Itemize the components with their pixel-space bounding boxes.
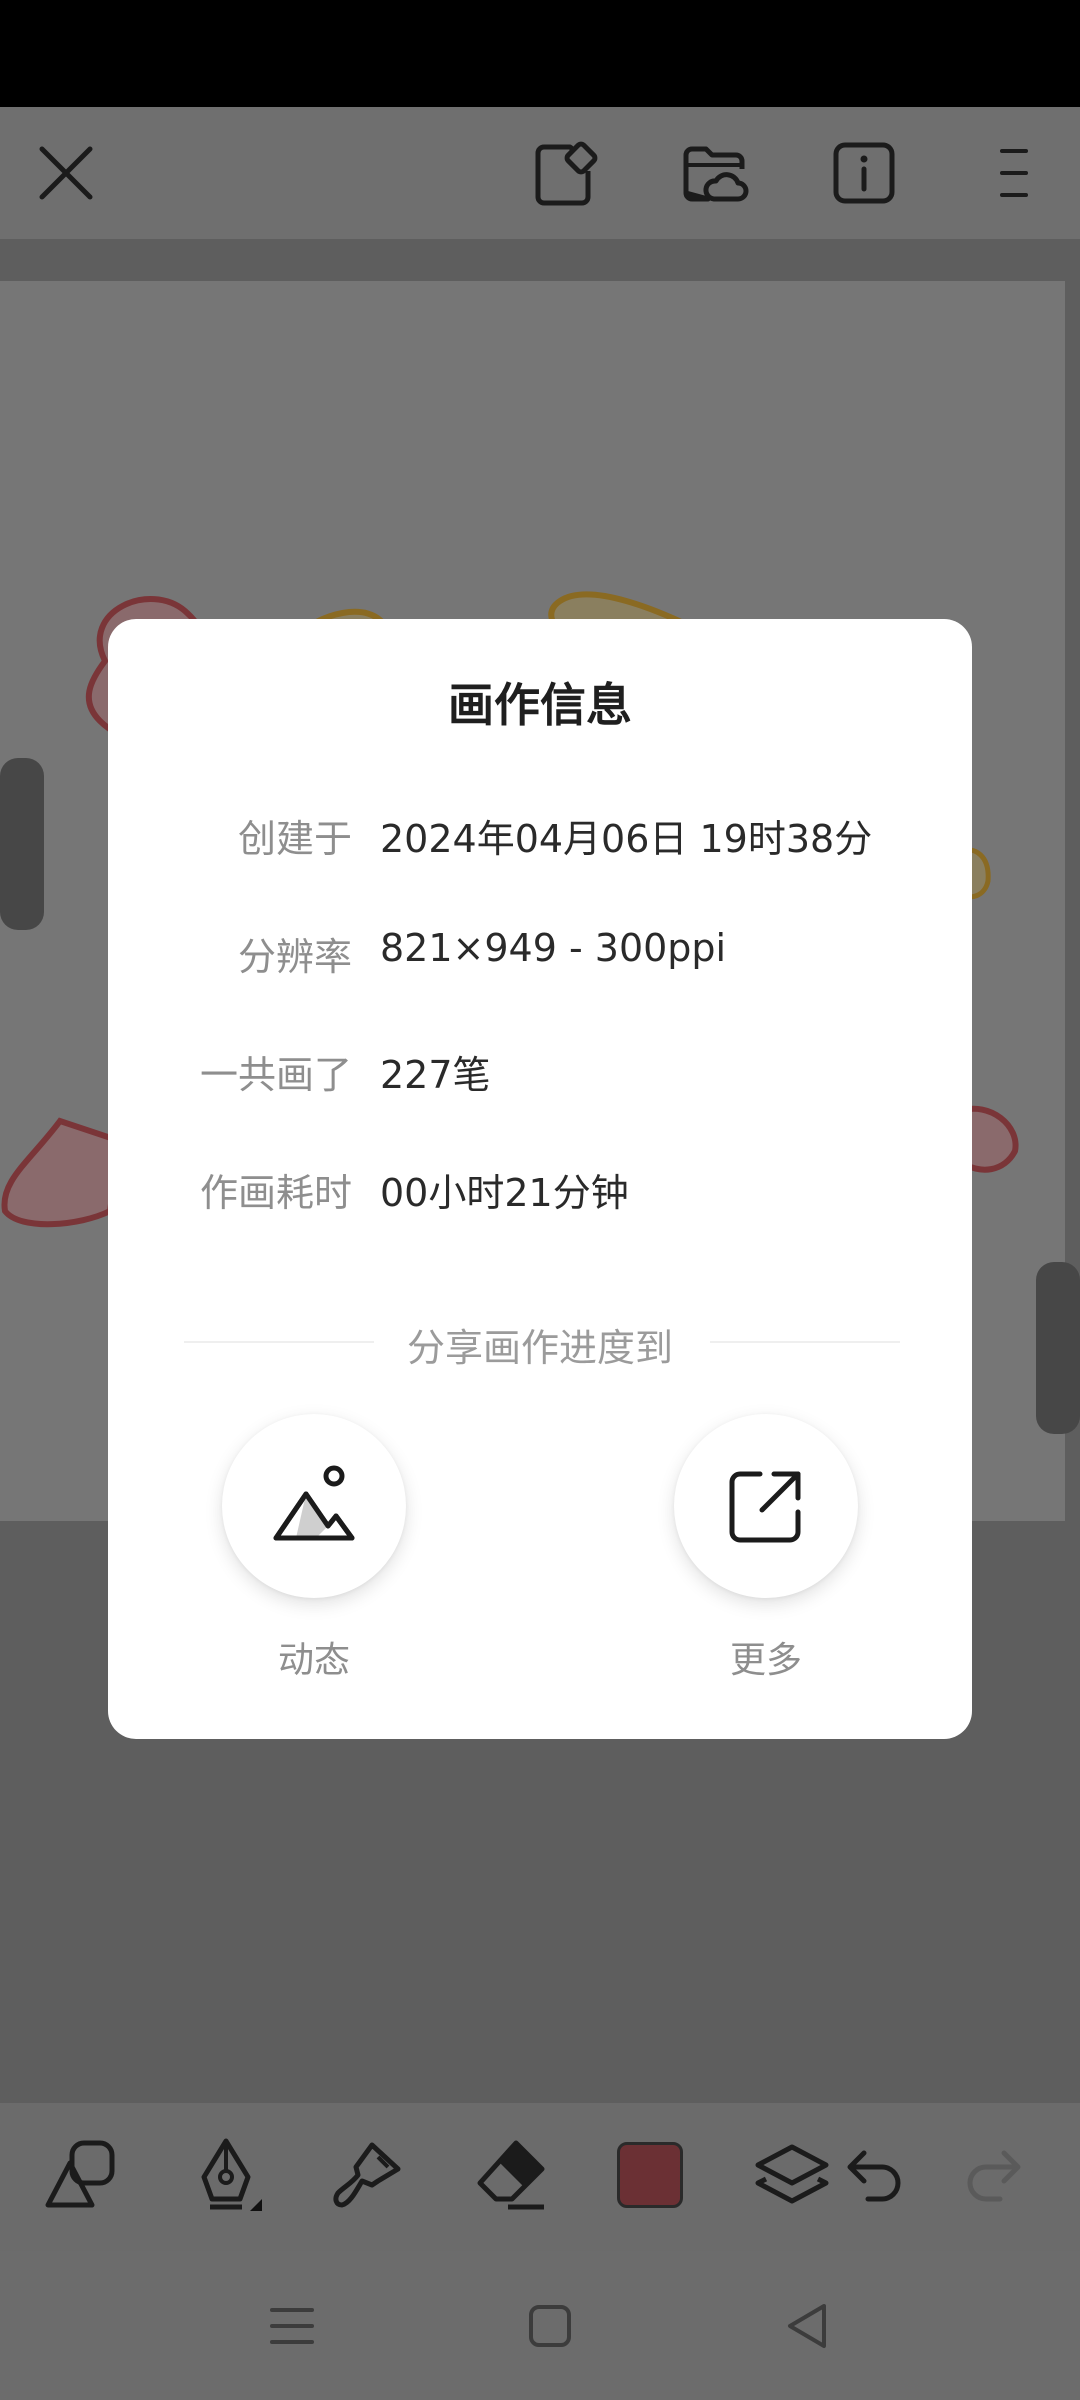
info-row-strokes: 一共画了 227笔 — [108, 1044, 972, 1104]
eraser-tool-button[interactable] — [460, 2125, 560, 2225]
info-value: 2024年04月06日 19时38分 — [380, 817, 873, 861]
info-row-duration: 作画耗时 00小时21分钟 — [108, 1162, 972, 1222]
smudge-tool-button[interactable] — [318, 2125, 418, 2225]
share-to-feed-button[interactable] — [222, 1414, 406, 1598]
close-button[interactable] — [20, 127, 112, 219]
smudge-icon — [333, 2142, 401, 2208]
sticker-icon — [535, 141, 598, 206]
info-label: 创建于 — [237, 817, 352, 861]
undo-icon — [847, 2150, 901, 2202]
info-row-resolution: 分辨率 821×949 - 300ppi — [108, 926, 972, 986]
recents-icon — [270, 2308, 314, 2344]
color-swatch — [617, 2142, 683, 2208]
status-bar — [0, 0, 1080, 107]
cloud-folder-icon — [683, 146, 749, 202]
system-navigation-bar — [0, 2251, 1080, 2400]
left-slider-handle[interactable] — [0, 758, 44, 930]
info-label: 一共画了 — [199, 1053, 352, 1097]
share-section-title: 分享画作进度到 — [406, 1326, 673, 1370]
info-label: 作画耗时 — [199, 1171, 352, 1215]
close-icon — [39, 146, 93, 200]
bottom-toolbar — [0, 2103, 1080, 2251]
info-icon — [833, 142, 895, 204]
info-button[interactable] — [818, 127, 910, 219]
pen-tool-button[interactable] — [176, 2125, 276, 2225]
info-label: 分辨率 — [237, 935, 352, 979]
menu-icon — [1000, 149, 1028, 197]
color-picker-button[interactable] — [600, 2125, 700, 2225]
share-option-label: 动态 — [277, 1640, 350, 1681]
mountain-image-icon — [273, 1465, 355, 1541]
pen-icon — [201, 2138, 262, 2211]
artwork-info-dialog: 画作信息 创建于 2024年04月06日 19时38分 分辨率 821×949 … — [108, 619, 972, 1739]
recents-button[interactable] — [257, 2291, 327, 2361]
redo-icon — [967, 2150, 1021, 2202]
home-icon — [529, 2305, 571, 2347]
undo-button[interactable] — [820, 2125, 920, 2225]
share-option-label: 更多 — [729, 1640, 802, 1681]
shapes-tool-button[interactable] — [34, 2125, 134, 2225]
shapes-icon — [45, 2140, 115, 2208]
right-slider-handle[interactable] — [1036, 1262, 1080, 1434]
menu-button[interactable] — [968, 127, 1060, 219]
info-value: 00小时21分钟 — [380, 1171, 629, 1215]
top-toolbar — [0, 107, 1080, 239]
cloud-folder-button[interactable] — [668, 127, 760, 219]
info-row-created: 创建于 2024年04月06日 19时38分 — [108, 808, 972, 868]
sticker-button[interactable] — [520, 127, 612, 219]
external-share-icon — [729, 1471, 801, 1543]
back-button[interactable] — [773, 2291, 843, 2361]
info-value: 821×949 - 300ppi — [380, 926, 727, 970]
info-value: 227笔 — [380, 1053, 491, 1097]
share-more-button[interactable] — [674, 1414, 858, 1598]
home-button[interactable] — [515, 2291, 585, 2361]
dialog-title: 画作信息 — [448, 678, 632, 732]
eraser-icon — [477, 2140, 545, 2210]
redo-button[interactable] — [948, 2125, 1048, 2225]
back-icon — [788, 2304, 826, 2348]
